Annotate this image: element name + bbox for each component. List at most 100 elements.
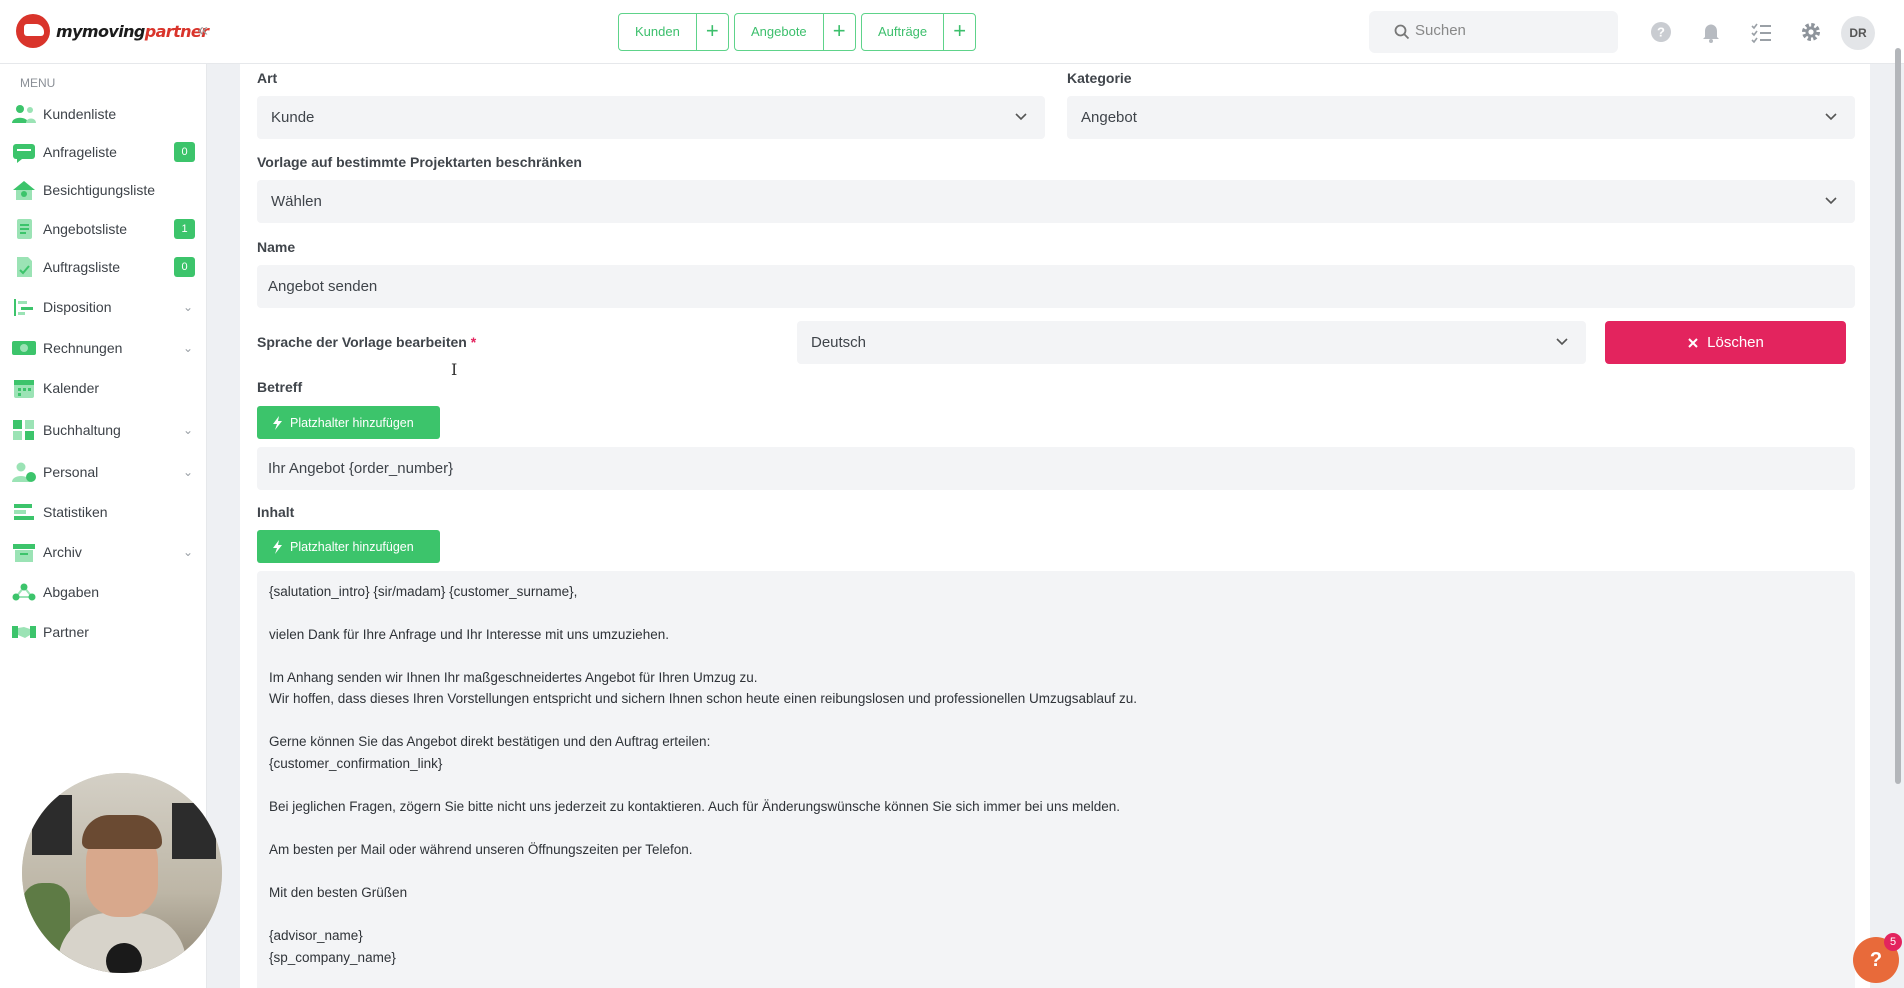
editor-line: Am besten per Mail oder während unseren … [269, 842, 693, 857]
sidebar-item-partner[interactable]: Partner [0, 615, 207, 649]
notification-badge: 5 [1884, 933, 1902, 951]
brand-logo[interactable]: mymovingpartner [16, 14, 209, 48]
chevron-down-icon [1556, 338, 1568, 346]
editor-line: {salutation_intro} {sir/madam} {customer… [269, 584, 578, 599]
bell-icon[interactable] [1699, 20, 1723, 44]
sidebar-item-anfrageliste[interactable]: Anfrageliste 0 [0, 135, 207, 169]
sidebar-item-label: Buchhaltung [43, 422, 121, 438]
add-angebot-button[interactable]: + [822, 14, 855, 50]
invoice-icon [12, 341, 36, 355]
search-box [1369, 11, 1618, 53]
chevron-down-icon [1015, 113, 1027, 121]
search-input[interactable] [1415, 22, 1605, 39]
delete-button[interactable]: Löschen [1605, 321, 1846, 364]
top-bar: mymovingpartner « Kunden + Angebote + Au… [0, 0, 1904, 64]
editor-line: Mit den besten Grüßen [269, 885, 408, 900]
kategorie-select[interactable]: Angebot [1067, 96, 1855, 139]
sprache-select[interactable]: Deutsch [797, 321, 1586, 364]
lightning-icon [273, 415, 282, 430]
sprache-label: Sprache der Vorlage bearbeiten * [257, 334, 477, 350]
chevron-down-icon: ⌄ [183, 545, 194, 559]
sidebar-item-statistiken[interactable]: Statistiken [0, 495, 207, 529]
sidebar-item-kundenliste[interactable]: Kundenliste [0, 97, 207, 131]
sidebar-item-label: Partner [43, 624, 89, 640]
menu-heading: MENU [20, 76, 56, 90]
name-field[interactable]: Angebot senden [257, 265, 1855, 308]
sidebar-item-rechnungen[interactable]: Rechnungen ⌄ [0, 331, 207, 365]
delete-button-label: Löschen [1707, 334, 1764, 351]
sidebar-item-personal[interactable]: Personal ⌄ [0, 455, 207, 489]
calendar-icon [14, 380, 34, 398]
network-icon [12, 583, 36, 601]
name-value: Angebot senden [268, 278, 378, 295]
kategorie-value: Angebot [1081, 109, 1137, 126]
sidebar-item-kalender[interactable]: Kalender [0, 371, 207, 405]
checklist-icon[interactable] [1749, 20, 1773, 44]
sidebar-item-auftragsliste[interactable]: Auftragsliste 0 [0, 250, 207, 284]
sidebar-item-label: Angebotsliste [43, 221, 128, 237]
gear-icon[interactable] [1799, 20, 1823, 44]
editor-line: Im Anhang senden wir Ihnen Ihr maßgeschn… [269, 670, 758, 685]
handshake-icon [12, 626, 36, 638]
collapse-sidebar-icon[interactable]: « [198, 20, 208, 41]
customers-icon [12, 105, 36, 123]
sidebar-item-label: Personal [43, 464, 99, 480]
sprache-value: Deutsch [811, 334, 867, 351]
lightning-icon [273, 539, 282, 554]
add-auftrag-button[interactable]: + [943, 14, 975, 50]
quick-kunden-button[interactable]: Kunden [619, 14, 696, 50]
art-select[interactable]: Kunde [257, 96, 1045, 139]
editor-line: vielen Dank für Ihre Anfrage und Ihr Int… [269, 627, 669, 642]
sidebar-item-label: Archiv [43, 544, 82, 560]
art-value: Kunde [271, 109, 315, 126]
archive-icon [13, 544, 35, 562]
sidebar-item-label: Kundenliste [43, 106, 117, 122]
editor-line: Gerne können Sie das Angebot direkt best… [269, 734, 711, 749]
help-icon[interactable]: ? [1649, 20, 1673, 44]
sidebar-item-abgaben[interactable]: Abgaben [0, 575, 207, 609]
sidebar-item-buchhaltung[interactable]: Buchhaltung ⌄ [0, 413, 207, 447]
sidebar-item-label: Rechnungen [43, 340, 123, 356]
sidebar-item-archiv[interactable]: Archiv ⌄ [0, 535, 207, 569]
count-badge: 1 [174, 219, 195, 239]
betreff-label: Betreff [257, 379, 303, 395]
sidebar-item-label: Disposition [43, 299, 112, 315]
inhalt-editor[interactable]: {salutation_intro} {sir/madam} {customer… [257, 571, 1855, 988]
chevron-down-icon: ⌄ [183, 465, 194, 479]
add-kunde-button[interactable]: + [695, 14, 728, 50]
betreff-value: Ihr Angebot {order_number} [268, 460, 454, 477]
logo-text-moving: moving [81, 21, 145, 41]
sidebar-item-label: Besichtigungsliste [43, 182, 156, 198]
editor-line: {sp_company_name} [269, 950, 396, 965]
editor-line: Wir hoffen, dass dieses Ihren Vorstellun… [269, 691, 1138, 706]
chevron-down-icon: ⌄ [183, 423, 194, 437]
projektarten-value: Wählen [271, 193, 322, 210]
sidebar-item-angebotsliste[interactable]: Angebotsliste 1 [0, 212, 207, 246]
statistics-icon [14, 504, 34, 520]
chevron-down-icon [1825, 197, 1837, 205]
order-icon [17, 257, 32, 277]
quick-angebote-button[interactable]: Angebote [735, 14, 823, 50]
logo-text-my: my [56, 21, 83, 41]
art-label: Art [257, 70, 278, 86]
close-icon [1688, 337, 1698, 348]
sidebar-item-label: Anfrageliste [43, 144, 117, 160]
scrollbar[interactable] [1895, 48, 1901, 784]
quick-auftraege-group: Aufträge + [861, 13, 977, 51]
projektarten-select[interactable]: Wählen [257, 180, 1855, 223]
required-mark: * [470, 334, 477, 350]
editor-line: Bei jeglichen Fragen, zögern Sie bitte n… [269, 799, 1120, 814]
avatar[interactable]: DR [1841, 16, 1875, 50]
betreff-add-placeholder-button[interactable]: Platzhalter hinzufügen [257, 406, 440, 439]
sidebar-item-disposition[interactable]: Disposition ⌄ [0, 290, 207, 324]
offer-icon [17, 219, 32, 239]
microphone-icon [106, 943, 142, 973]
quick-auftraege-button[interactable]: Aufträge [862, 14, 943, 50]
betreff-field[interactable]: Ihr Angebot {order_number} [257, 447, 1855, 490]
sidebar-item-besichtigungsliste[interactable]: Besichtigungsliste [0, 173, 207, 207]
sidebar-item-label: Statistiken [43, 504, 108, 520]
svg-text:?: ? [1657, 25, 1665, 40]
sidebar-item-label: Abgaben [43, 584, 100, 600]
inhalt-add-placeholder-button[interactable]: Platzhalter hinzufügen [257, 530, 440, 563]
accounting-icon [13, 420, 34, 440]
